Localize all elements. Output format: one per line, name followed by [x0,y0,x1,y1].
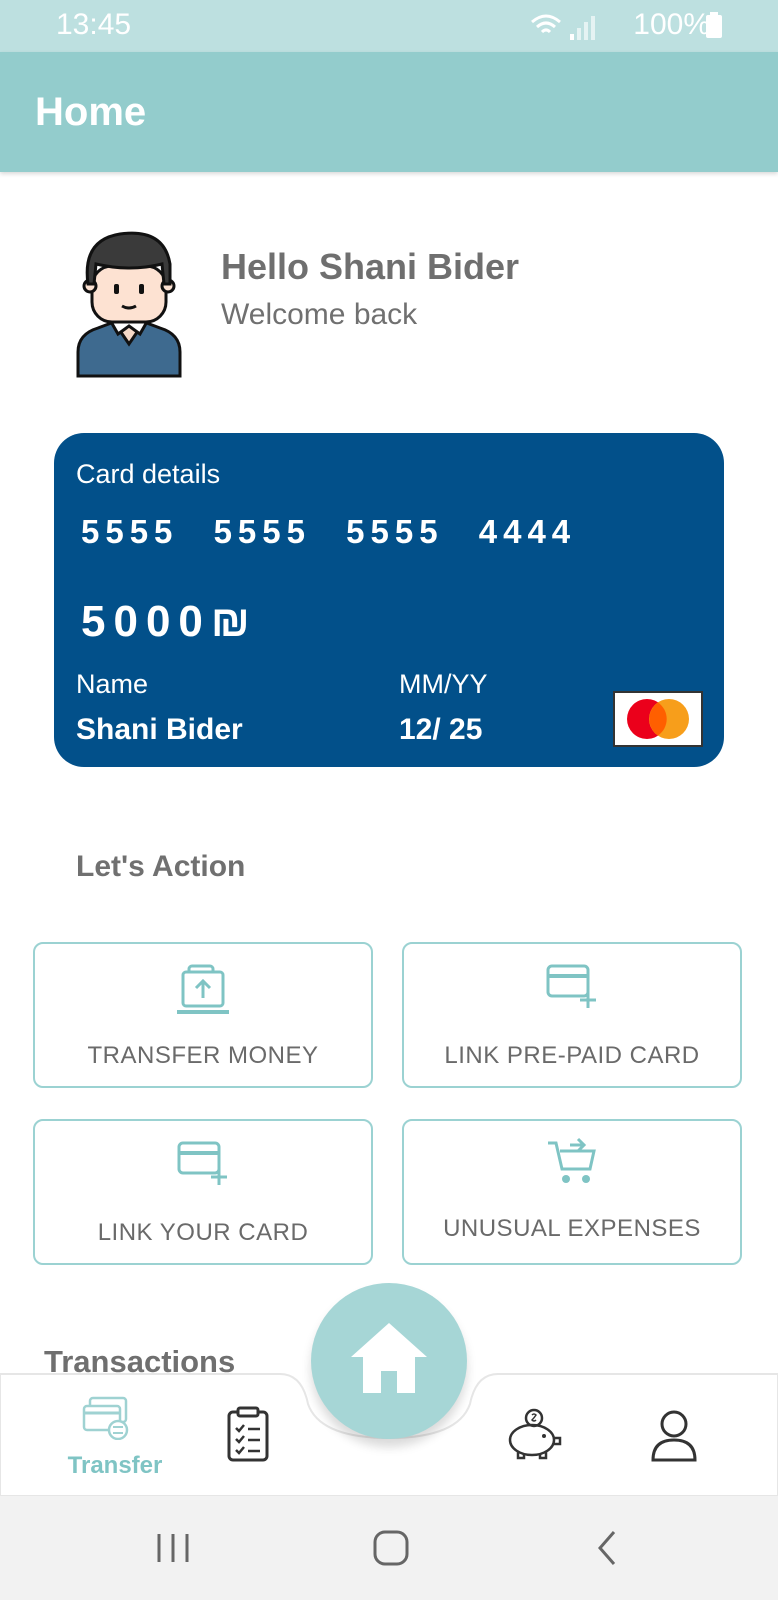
link-your-card-button[interactable]: LINK YOUR CARD [33,1119,373,1265]
nav-profile[interactable] [646,1374,702,1496]
greeting-title: Hello Shani Bider [221,246,520,287]
app-bar: Home [0,52,778,172]
card-expiry-value: 12/ 25 [399,713,483,746]
nav-clipboard[interactable] [218,1374,278,1496]
user-icon [651,1410,697,1462]
nav-transfer-label: Transfer [67,1452,163,1479]
battery-icon [706,12,722,38]
mastercard-logo [613,691,703,747]
card-balance-amount: 5000 [81,597,211,646]
nav-savings[interactable] [500,1374,566,1496]
card-balance: 5000₪ [81,597,258,647]
card-details-label: Card details [76,459,221,489]
home-button[interactable] [311,1283,467,1439]
currency-symbol: ₪ [210,597,258,646]
card-number: 5555 5555 5555 4444 [81,513,577,550]
actions-title: Let's Action [76,850,246,883]
link-your-card-label: LINK YOUR CARD [97,1219,309,1246]
card-transfer-icon [82,1396,129,1440]
unusual-expenses-button[interactable]: UNUSUAL EXPENSES [402,1119,742,1265]
avatar [76,231,182,378]
card-name-value: Shani Bider [76,713,243,746]
piggy-bank-icon [508,1408,562,1460]
greeting-subtitle: Welcome back [221,298,418,331]
cart-icon [548,1137,596,1183]
unusual-expenses-label: UNUSUAL EXPENSES [443,1215,701,1242]
battery-percent: 100% [633,8,710,41]
link-prepaid-card-button[interactable]: LINK PRE-PAID CARD [402,942,742,1088]
wifi-signal-icon [531,14,595,40]
card-name-label: Name [76,669,149,699]
mastercard-icon [627,699,689,739]
system-home-icon[interactable] [373,1530,409,1566]
link-prepaid-card-label: LINK PRE-PAID CARD [444,1042,700,1069]
credit-card[interactable]: Card details 5555 5555 5555 4444 5000₪ N… [54,433,724,767]
transfer-money-button[interactable]: TRANSFER MONEY [33,942,373,1088]
add-card-icon [177,1141,227,1185]
system-nav-bar [0,1496,778,1600]
nav-transfer[interactable]: Transfer [60,1374,170,1496]
page-title: Home [35,90,147,134]
transfer-money-icon [177,964,229,1014]
recent-apps-icon[interactable] [156,1532,190,1564]
status-time: 13:45 [56,8,132,41]
card-expiry-label: MM/YY [399,669,488,699]
status-bar: 13:45 100% [0,0,778,52]
transfer-money-label: TRANSFER MONEY [87,1042,319,1069]
home-icon [351,1323,427,1393]
add-card-icon [546,964,596,1008]
back-icon[interactable] [596,1530,618,1566]
clipboard-icon [227,1406,269,1462]
